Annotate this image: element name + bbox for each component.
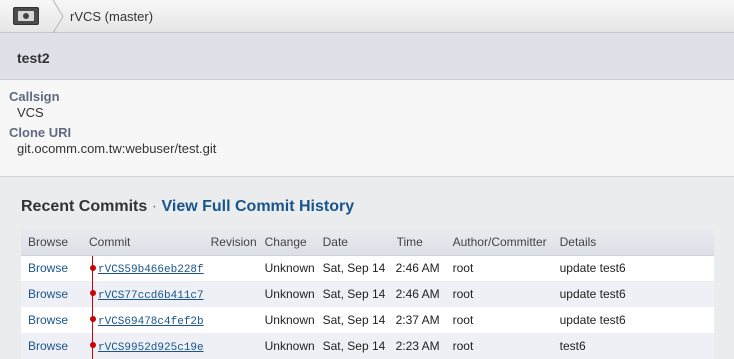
column-header-revision: Revision <box>203 229 258 256</box>
browse-cell: Browse <box>21 281 82 307</box>
browse-link[interactable]: Browse <box>28 261 68 275</box>
revision-cell <box>204 255 258 281</box>
title-separator: · <box>151 198 158 215</box>
page-header: test2 <box>0 33 734 80</box>
table-row: Browse rVCS69478c4fef2b Unknown Sat, Sep… <box>21 307 714 333</box>
commit-link[interactable]: rVCS77ccd6b411c7 <box>98 290 204 302</box>
revision-cell <box>204 307 258 333</box>
column-header-author: Author/Committer <box>445 229 553 256</box>
page-title: test2 <box>17 50 50 66</box>
crumb-bar: rVCS (master) <box>0 0 734 33</box>
details-cell: update test6 <box>559 261 626 276</box>
commit-link[interactable]: rVCS9952d925c19e <box>98 342 204 354</box>
date-cell: Sat, Sep 14 <box>322 261 386 276</box>
commits-table-wrapper: Browse Commit Revision Change Date Time … <box>21 229 714 359</box>
details-cell: update test6 <box>559 287 626 301</box>
commit-link[interactable]: rVCS69478c4fef2b <box>98 316 204 328</box>
column-header-details: Details <box>552 229 714 256</box>
change-cell: Unknown <box>264 339 315 353</box>
breadcrumb-separator-icon <box>52 0 64 33</box>
time-cell: 2:37 AM <box>395 313 440 327</box>
change-cell: Unknown <box>264 313 315 327</box>
table-row: Browse rVCS9952d925c19e Unknown Sat, Sep… <box>21 333 714 359</box>
change-cell: Unknown <box>264 287 315 301</box>
browse-cell: Browse <box>21 333 82 359</box>
column-header-change: Change <box>257 229 316 256</box>
table-row: Browse rVCS59b466eb228f Unknown Sat, Sep… <box>21 255 714 281</box>
graph-node-icon <box>90 264 96 271</box>
property-key-callsign: Callsign <box>9 89 60 104</box>
column-header-date: Date <box>315 229 390 256</box>
repository-app-icon <box>13 7 39 25</box>
browse-link[interactable]: Browse <box>28 287 68 301</box>
commit-cell: rVCS77ccd6b411c7 <box>82 281 204 307</box>
time-cell: 2:23 AM <box>395 339 440 353</box>
change-cell: Unknown <box>264 261 315 276</box>
browse-link[interactable]: Browse <box>28 313 68 327</box>
date-cell: Sat, Sep 14 <box>322 339 386 353</box>
commit-cell: rVCS69478c4fef2b <box>82 307 204 333</box>
property-key-clone-uri: Clone URI <box>9 125 72 140</box>
revision-cell <box>204 333 258 359</box>
browse-link[interactable]: Browse <box>28 339 68 353</box>
author-cell: root <box>452 339 474 353</box>
table-row: Browse rVCS77ccd6b411c7 Unknown Sat, Sep… <box>21 281 714 307</box>
property-list: Callsign VCS Clone URI git.ocomm.com.tw:… <box>0 80 734 177</box>
table-header-row: Browse Commit Revision Change Date Time … <box>21 229 714 256</box>
browse-cell: Browse <box>21 255 82 281</box>
view-full-history-link[interactable]: View Full Commit History <box>161 198 354 215</box>
recent-commits-title: Recent Commits <box>21 198 148 215</box>
column-header-commit: Commit <box>82 229 204 256</box>
property-value-clone-uri: git.ocomm.com.tw:webuser/test.git <box>17 141 217 156</box>
author-cell: root <box>452 313 474 327</box>
graph-node-icon <box>90 342 96 349</box>
details-cell: test6 <box>559 339 586 353</box>
date-cell: Sat, Sep 14 <box>322 287 386 301</box>
date-cell: Sat, Sep 14 <box>322 313 386 327</box>
time-cell: 2:46 AM <box>395 287 440 301</box>
breadcrumb-repo[interactable]: rVCS (master) <box>70 9 153 24</box>
recent-commits-heading: Recent Commits · View Full Commit Histor… <box>21 198 354 216</box>
browse-cell: Browse <box>21 307 82 333</box>
column-header-browse: Browse <box>21 229 82 256</box>
commits-table: Browse Commit Revision Change Date Time … <box>21 229 714 359</box>
commit-link[interactable]: rVCS59b466eb228f <box>98 264 204 276</box>
column-header-time: Time <box>389 229 446 256</box>
details-cell: update test6 <box>559 313 626 327</box>
commit-cell: rVCS59b466eb228f <box>82 255 204 281</box>
commit-cell: rVCS9952d925c19e <box>82 333 204 359</box>
revision-cell <box>204 281 258 307</box>
graph-node-icon <box>90 316 96 323</box>
property-value-callsign: VCS <box>17 105 44 120</box>
time-cell: 2:46 AM <box>395 261 440 276</box>
author-cell: root <box>452 261 474 276</box>
graph-node-icon <box>90 290 96 297</box>
author-cell: root <box>452 287 474 301</box>
app-home-button[interactable] <box>0 0 52 33</box>
